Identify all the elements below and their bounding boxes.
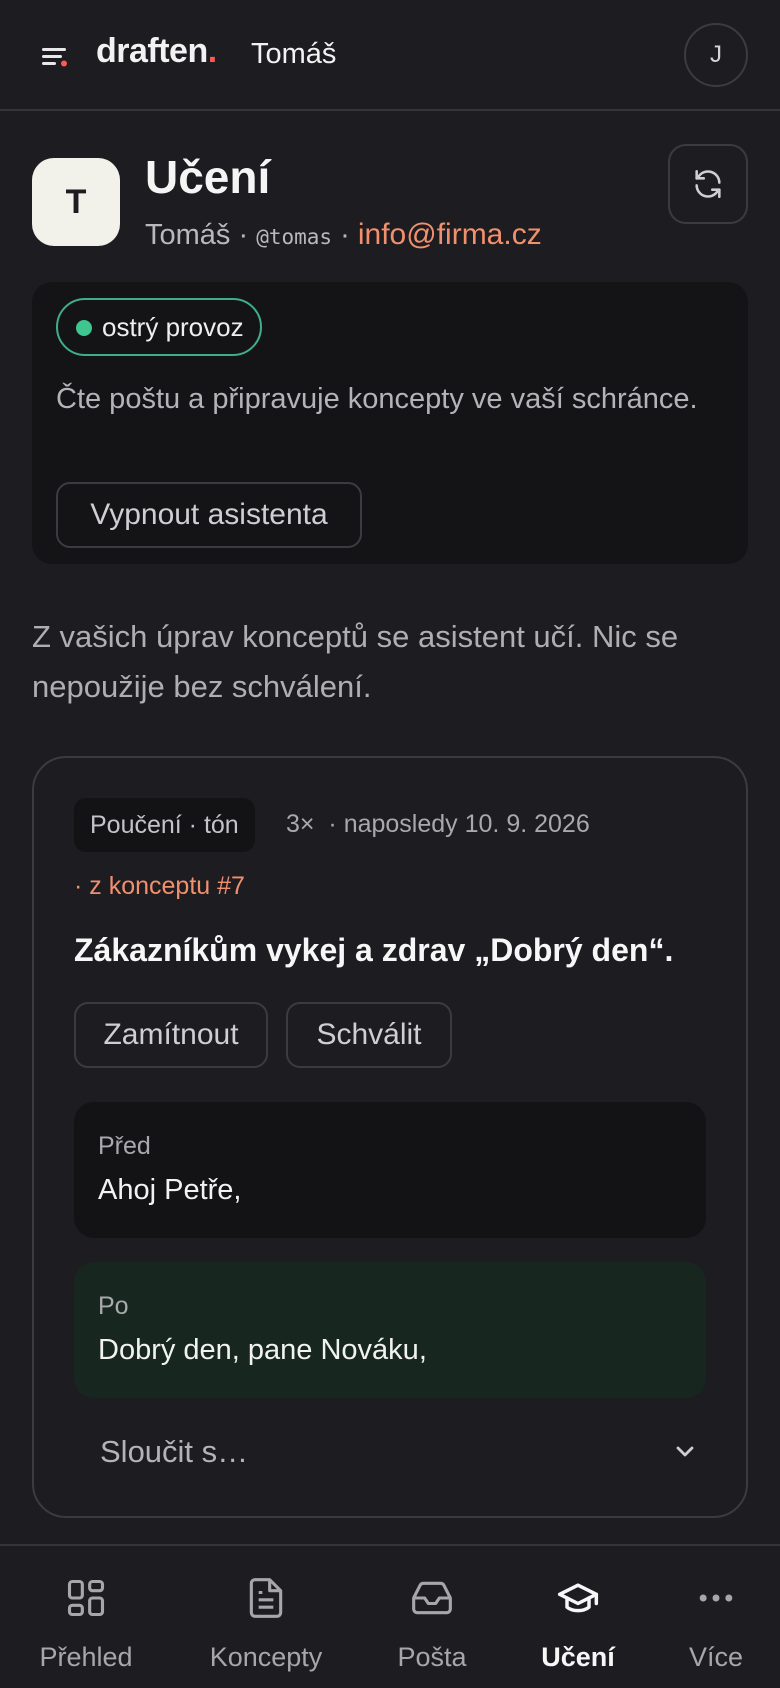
merge-select[interactable]: Sloučit s… xyxy=(74,1418,706,1488)
learning-intro: Z vašich úprav konceptů se asistent učí.… xyxy=(32,619,679,704)
diff-after: Po Dobrý den, pane Nováku, xyxy=(74,1262,706,1398)
diff-after-text: Dobrý den, pane Nováku, xyxy=(98,1334,427,1366)
menu-icon[interactable] xyxy=(40,42,70,72)
nav-item-overview[interactable]: Přehled xyxy=(8,1546,164,1688)
profile-handle: @tomas xyxy=(256,225,333,249)
status-description: Čte poštu a připravuje koncepty ve vaší … xyxy=(56,383,698,415)
user-avatar[interactable]: J xyxy=(684,23,778,87)
lesson-source-link[interactable]: · z konceptu #7 xyxy=(74,872,245,901)
org-name: Tomáš xyxy=(251,38,337,70)
disable-assistant-button[interactable]: Vypnout asistenta xyxy=(56,482,362,548)
inbox-icon xyxy=(412,1581,452,1615)
profile-subline: Tomáš · @tomas · info@firma.cz xyxy=(145,218,542,251)
reject-button[interactable]: Zamítnout xyxy=(74,1002,268,1068)
lesson-meta: 3× · naposledy 10. 9. 2026 xyxy=(286,810,590,839)
approve-button[interactable]: Schválit xyxy=(286,1002,452,1068)
status-badge: ostrý provoz xyxy=(56,298,262,356)
document-icon xyxy=(249,1578,283,1618)
profile-avatar: T xyxy=(32,158,120,246)
more-icon xyxy=(699,1594,733,1602)
nav-item-more[interactable]: Více xyxy=(638,1546,780,1688)
graduation-cap-icon xyxy=(557,1583,599,1613)
refresh-button[interactable] xyxy=(668,144,748,224)
nav-item-mail[interactable]: Pošta xyxy=(354,1546,510,1688)
grid-icon xyxy=(67,1579,105,1617)
diff-before-text: Ahoj Petře, xyxy=(98,1174,242,1206)
lesson-card: Poučení · tón 3× · naposledy 10. 9. 2026… xyxy=(32,756,748,1518)
diff-after-label: Po xyxy=(98,1292,129,1320)
nav-item-drafts[interactable]: Koncepty xyxy=(188,1546,344,1688)
assistant-status-card: ostrý provoz Čte poštu a připravuje konc… xyxy=(32,282,748,564)
top-bar: draften. Tomáš J xyxy=(0,0,780,111)
diff-before-label: Před xyxy=(98,1132,151,1160)
logo[interactable]: draften. xyxy=(96,32,217,71)
status-dot-icon xyxy=(76,320,92,336)
lesson-tag: Poučení · tón xyxy=(74,798,255,852)
nav-item-learning[interactable]: Učení xyxy=(500,1546,656,1688)
lesson-rule: Zákazníkům vykej a zdrav „Dobrý den“. xyxy=(74,932,674,968)
lesson-count: 3× xyxy=(286,810,315,838)
page-title: Učení xyxy=(145,151,271,203)
chevron-down-icon xyxy=(676,1446,694,1457)
lesson-last-seen: · naposledy 10. 9. 2026 xyxy=(328,810,590,838)
diff-before: Před Ahoj Petře, xyxy=(74,1102,706,1238)
profile-email[interactable]: info@firma.cz xyxy=(358,218,542,251)
profile-name: Tomáš xyxy=(145,219,231,251)
refresh-icon xyxy=(695,169,721,199)
bottom-nav: Přehled Koncepty Pošta Učení Více xyxy=(0,1544,780,1688)
